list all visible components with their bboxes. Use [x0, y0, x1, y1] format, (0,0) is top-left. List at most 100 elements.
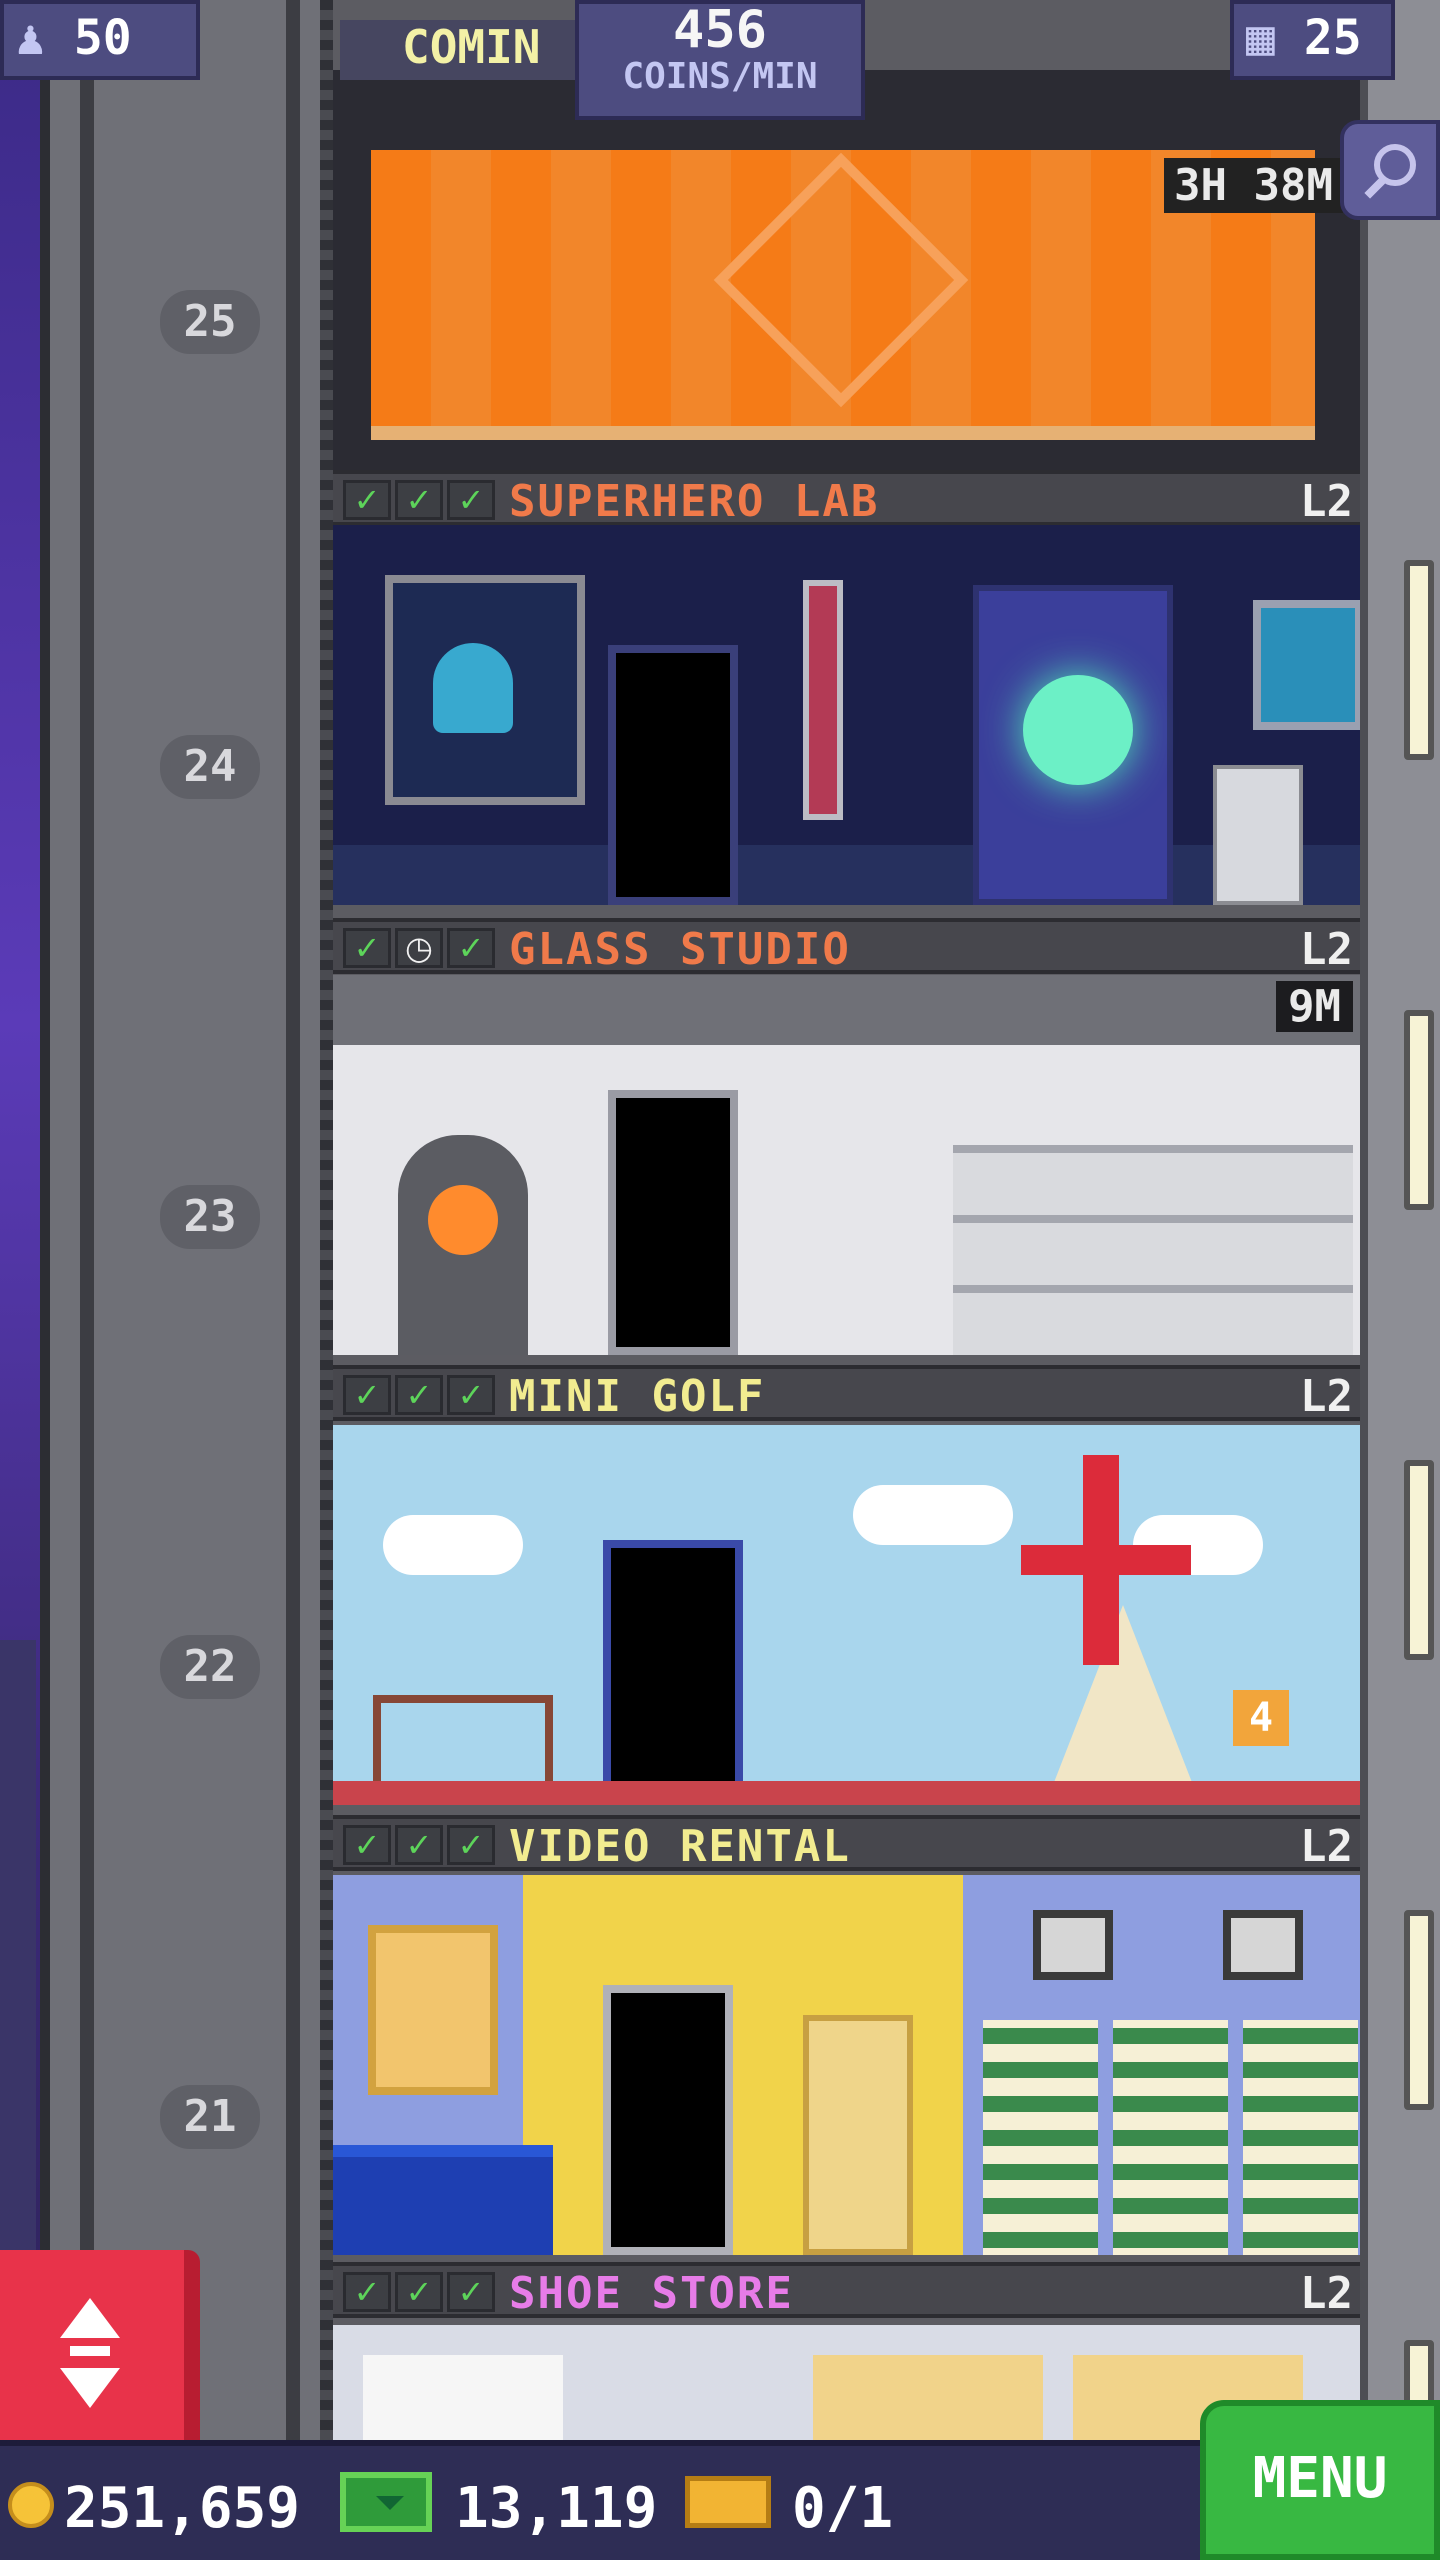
coin-icon	[8, 2482, 54, 2528]
floor-name: SHOE STORE	[509, 2268, 794, 2319]
arrow-down-icon	[60, 2368, 120, 2408]
video-shelf	[1243, 2020, 1358, 2255]
window	[1404, 1010, 1434, 1210]
check-icon: ✓	[343, 928, 391, 968]
room-superhero-lab[interactable]	[333, 525, 1363, 905]
furnace	[398, 1135, 528, 1355]
floor-count-value: 25	[1303, 10, 1362, 66]
floor-number-23: 23	[160, 1185, 260, 1249]
floor-counter[interactable]: ▦ 25	[1230, 0, 1395, 80]
restock-timer: 9M	[1276, 981, 1353, 1032]
population-counter[interactable]: ♟ 50	[0, 0, 200, 80]
check-icon: ✓	[447, 928, 495, 968]
floor-name: VIDEO RENTAL	[509, 1821, 851, 1872]
floor-level: L2	[1300, 2268, 1353, 2319]
check-icon: ✓	[343, 1375, 391, 1415]
check-icon: ✓	[343, 1825, 391, 1865]
construction-sign-icon	[713, 152, 969, 408]
world-map	[1253, 600, 1363, 730]
lab-floor	[333, 845, 1363, 905]
picture-frame	[1033, 1910, 1113, 1980]
video-shelf	[983, 2020, 1098, 2255]
check-icon: ✓	[343, 2272, 391, 2312]
building-icon: ▦	[1246, 10, 1275, 66]
check-icon: ✓	[343, 480, 391, 520]
window	[1404, 1460, 1434, 1660]
elevator-arrows-icon	[70, 2346, 110, 2356]
construction-timer: 3H 38M	[1164, 158, 1343, 213]
floor-level: L2	[1300, 1821, 1353, 1872]
room-video-rental[interactable]	[333, 1875, 1363, 2255]
coins-per-minute-unit: COINS/MIN	[622, 56, 818, 97]
ceiling	[333, 975, 1363, 1045]
elevator-door	[608, 1090, 738, 1355]
stock-indicators: ✓ ✓ ✓	[343, 1375, 495, 1415]
floor-level: L2	[1300, 476, 1353, 527]
menu-button[interactable]: MENU	[1200, 2400, 1440, 2560]
rental-counter	[333, 2145, 553, 2255]
floor-label-superhero-lab[interactable]: ✓ ✓ ✓ SUPERHERO LAB L2	[333, 470, 1363, 527]
bux-balance[interactable]: 13,119	[455, 2476, 657, 2541]
hologram-head-icon	[433, 643, 513, 733]
window	[1404, 560, 1434, 760]
elevator-door	[603, 1985, 733, 2255]
tower: 3H 38M ✓ ✓ ✓ SUPERHERO LAB L2 ✓ ◷ ✓ GLAS…	[333, 0, 1363, 2560]
tower-bux-icon	[340, 2472, 432, 2532]
window	[1404, 1910, 1434, 2110]
stock-indicators: ✓ ◷ ✓	[343, 928, 495, 968]
check-icon: ✓	[395, 2272, 443, 2312]
video-shelf	[1113, 2020, 1228, 2255]
stock-indicators: ✓ ✓ ✓	[343, 2272, 495, 2312]
clock-icon: ◷	[395, 928, 443, 968]
elevator-shaft[interactable]: 25 24 23 22 21	[40, 0, 342, 2560]
windmill	[1053, 1605, 1193, 1785]
zoom-handle	[1364, 177, 1386, 199]
coin-balance[interactable]: 251,659	[64, 2476, 300, 2541]
lab-tube	[803, 580, 843, 820]
check-icon: ✓	[395, 1375, 443, 1415]
room-glass-studio[interactable]: 9M	[333, 975, 1363, 1355]
arcade-machine	[803, 2015, 913, 2255]
zoom-out-button[interactable]	[1340, 120, 1440, 220]
floor-number-24: 24	[160, 735, 260, 799]
club-rack	[373, 1695, 553, 1795]
arrow-up-icon	[60, 2298, 120, 2338]
floor-number-25: 25	[160, 290, 260, 354]
shaft-rail	[80, 0, 94, 2560]
globe-icon	[1023, 675, 1133, 785]
floor-label-mini-golf[interactable]: ✓ ✓ ✓ MINI GOLF L2	[333, 1365, 1363, 1422]
construction-floor[interactable]: 3H 38M	[333, 70, 1363, 470]
coins-per-minute[interactable]: 456 COINS/MIN	[575, 0, 865, 120]
check-icon: ✓	[447, 1825, 495, 1865]
floor-number-22: 22	[160, 1635, 260, 1699]
floor-label-glass-studio[interactable]: ✓ ◷ ✓ GLASS STUDIO L2	[333, 918, 1363, 975]
floor-label-shoe-store[interactable]: ✓ ✓ ✓ SHOE STORE L2	[333, 2262, 1363, 2319]
lab-machine	[1213, 765, 1303, 905]
floor-number-21: 21	[160, 2085, 260, 2149]
hole-number-flag: 4	[1233, 1690, 1289, 1746]
shaft-rail	[286, 0, 300, 2560]
fire-icon	[428, 1185, 498, 1255]
check-icon: ✓	[447, 2272, 495, 2312]
lab-monitor	[385, 575, 585, 805]
elevator-door	[608, 645, 738, 905]
floor-level: L2	[1300, 1371, 1353, 1422]
elevator-door	[603, 1540, 743, 1805]
check-icon: ✓	[395, 480, 443, 520]
floor-name: GLASS STUDIO	[509, 924, 851, 975]
cloud	[853, 1485, 1013, 1545]
check-icon: ✓	[395, 1825, 443, 1865]
floor-label-video-rental[interactable]: ✓ ✓ ✓ VIDEO RENTAL L2	[333, 1815, 1363, 1872]
room-mini-golf[interactable]: 4	[333, 1425, 1363, 1805]
coming-soon-banner[interactable]: COMIN	[340, 20, 580, 80]
ticket-count[interactable]: 0/1	[792, 2476, 893, 2541]
coins-per-minute-value: 456	[673, 0, 767, 60]
floor-level: L2	[1300, 924, 1353, 975]
windmill-blade	[1083, 1455, 1119, 1665]
population-value: 50	[73, 10, 132, 66]
floor-name: MINI GOLF	[509, 1371, 766, 1422]
tower-right-wall	[1360, 0, 1440, 2560]
check-icon: ✓	[447, 1375, 495, 1415]
floor-name: SUPERHERO LAB	[509, 476, 880, 527]
picture-frame	[1223, 1910, 1303, 1980]
